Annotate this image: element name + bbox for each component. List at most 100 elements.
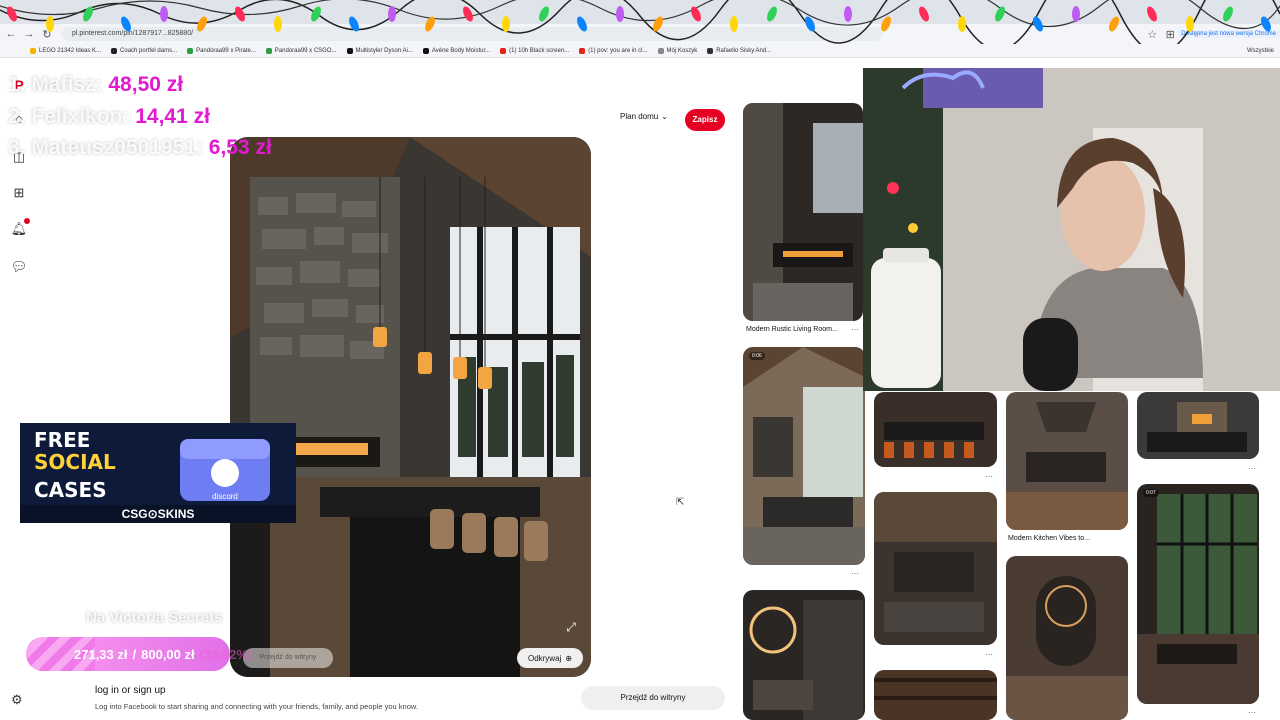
light-bulb [577,16,587,32]
feed-pin-living-room[interactable] [743,103,863,321]
goal-title: Na Victoria Secrets [86,609,223,626]
light-bulb [767,6,777,22]
bookmark-item[interactable]: Pandoraa99 x CSGO... [265,47,337,54]
bookmark-label: Pandoraa99 x CSGO... [274,47,337,54]
bookmark-label: Pandoraa99 x Pirate... [196,47,256,54]
board-select-label: Plan domu [620,112,659,121]
bookmark-label: Avène Body Moistur... [431,47,491,54]
more-options-icon[interactable]: ··· [985,650,993,659]
donor-name: 2. Felixikon: [8,105,130,128]
feed-pin-glass-room[interactable] [1137,484,1259,704]
feed-pin-kitchen[interactable] [1006,392,1128,530]
goal-percent: (33,92%) [199,646,253,662]
create-icon[interactable]: ⊞ [10,184,28,202]
light-bulb [1072,6,1080,22]
donor-amount: 48,50 zł [108,73,184,96]
login-title[interactable]: log in or sign up [95,685,166,696]
promo-line-social: SOCIAL [34,450,116,474]
notifications-icon[interactable]: 🔔︎ [10,218,30,238]
visit-site-button[interactable]: Przejdź do witryny [581,686,725,710]
donor-entry-2: 2. Felixikon: 14,41 zł [8,105,210,129]
more-options-icon[interactable]: ··· [985,472,993,481]
video-duration-badge: 0:07 [1143,489,1159,497]
settings-icon[interactable]: ⚙ [11,692,23,708]
save-button[interactable]: Zapisz [685,109,725,131]
light-bulb [274,16,282,32]
bookmark-label: (1) 10h Black screen... [509,47,570,54]
bookmark-item[interactable]: (1) 10h Black screen... [500,47,570,54]
light-bulb [1223,6,1233,22]
bookmark-item[interactable]: Coach portfel dams... [111,47,178,54]
feed-caption[interactable]: Modern Kitchen Vibes to... [1008,535,1090,542]
bookmark-favicon-icon [346,47,353,54]
bookmark-label: Rafaello Sisky And... [716,47,772,54]
login-subtitle: Log into Facebook to start sharing and c… [95,702,418,711]
donor-amount: 6,53 zł [208,136,272,159]
case-illustration: discord [180,439,270,501]
more-options-icon[interactable]: ··· [1248,708,1256,717]
goal-current: 271,33 zł [74,646,128,662]
more-options-icon[interactable]: ··· [851,569,859,578]
bookmark-label: Mój Koszyk [666,47,698,54]
explore-button[interactable]: Odkrywaj ⊕ [517,648,583,668]
donor-amount: 14,41 zł [135,105,210,128]
light-bulb [730,16,738,32]
bookmark-favicon-icon [500,47,507,54]
mouse-cursor-icon: ⇱ [676,497,685,508]
visual-search-icon: ⊕ [565,653,573,663]
bookmark-item[interactable]: Rafaello Sisky And... [707,47,772,54]
all-bookmarks-link[interactable]: Wszystkie [1247,48,1274,54]
light-bulb [616,6,624,22]
light-bulb [995,6,1005,22]
donor-entry-1: 1. Mafisz: 48,50 zł [8,73,183,97]
case-label: discord [212,492,238,501]
bookmark-item[interactable]: Avène Body Moistur... [422,47,491,54]
feed-pin-lounge[interactable] [874,492,997,645]
goal-target: 800,00 zł [141,646,195,662]
bookmark-favicon-icon [111,47,118,54]
promo-line-free: FREE [34,428,91,452]
webcam-feed [863,68,1280,391]
promo-line-cases: CASES [34,479,107,499]
light-bulb [311,6,321,22]
light-bulb [160,6,168,22]
feed-pin-fireplace[interactable] [1137,392,1259,459]
goal-progress-text: 271,33 zł / 800,00 zł (33,92%) [26,637,286,671]
bookmark-favicon-icon [30,47,36,54]
feed-pin-dining[interactable] [874,392,997,467]
bookmark-favicon-icon [657,47,664,54]
light-bulb [1186,16,1194,32]
feed-pin-beams[interactable] [874,670,997,720]
feed-caption[interactable]: Modern Rustic Living Room... [746,326,838,333]
bookmark-item[interactable]: Mój Koszyk [657,47,698,54]
light-bulb [919,6,929,22]
bookmark-label: LEGO 21342 Ideas K... [39,47,102,54]
bookmarks-bar: LEGO 21342 Ideas K... Coach portfel dams.… [0,44,1280,58]
donor-name: 1. Mafisz: [8,73,103,96]
more-options-icon[interactable]: ··· [851,325,859,334]
light-bulb [958,16,966,32]
explore-label: Odkrywaj [527,653,562,663]
bookmark-favicon-icon [579,47,586,54]
bookmark-label: Coach portfel dams... [120,47,178,54]
light-bulb [197,16,207,32]
bookmark-favicon-icon [422,47,429,54]
feed-pin-chalet[interactable] [743,347,865,565]
expand-icon[interactable]: ⤢ [561,617,581,637]
more-options-icon[interactable]: ··· [1248,464,1256,473]
light-bulb [1147,6,1157,22]
board-select[interactable]: Plan domu ⌄ [620,112,668,121]
bookmark-item[interactable]: Pandoraa99 x Pirate... [187,47,256,54]
bookmark-label: Multistyler Dyson Ai... [355,47,413,54]
light-bulb [388,6,396,22]
light-bulb [502,16,510,32]
bookmark-item[interactable]: (1) pov: you are in cl... [579,47,648,54]
pin-image[interactable] [230,137,591,677]
light-bulb [844,6,852,22]
messages-icon[interactable]: 💬︎ [10,258,28,276]
bookmark-item[interactable]: Multistyler Dyson Ai... [346,47,413,54]
bookmark-item[interactable]: LEGO 21342 Ideas K... [30,47,102,54]
feed-pin-bathroom[interactable] [743,590,865,720]
feed-pin-hallway[interactable] [1006,556,1128,720]
bookmark-label: (1) pov: you are in cl... [588,47,648,54]
